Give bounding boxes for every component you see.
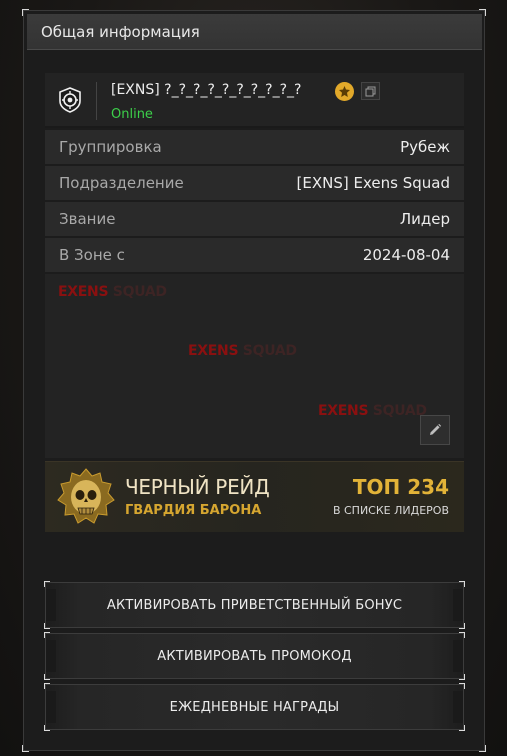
clan-banner: EXENS SQUAD EXENS SQUAD EXENS SQUAD — [45, 274, 464, 458]
player-header: [EXNS] ?_?_?_?_?_?_?_?_?_? Online — [45, 73, 464, 128]
online-status: Online — [111, 107, 153, 122]
raid-subtitle: ГВАРДИЯ БАРОНА — [125, 503, 262, 518]
raid-rank: ТОП 234 — [352, 475, 449, 499]
detail-label: Подразделение — [59, 174, 184, 192]
corner-decoration — [44, 683, 50, 689]
banner-watermark: EXENS SQUAD — [188, 343, 297, 359]
corner-decoration — [44, 581, 50, 587]
corner-decoration — [459, 581, 465, 587]
button-edge — [46, 589, 56, 621]
corner-decoration — [459, 683, 465, 689]
button-edge — [453, 691, 463, 723]
detail-row-unit: Подразделение [EXNS] Exens Squad — [45, 166, 464, 200]
header-divider — [96, 82, 97, 120]
button-edge — [46, 640, 56, 672]
button-label: ЕЖЕДНЕВНЫЕ НАГРАДЫ — [169, 699, 340, 715]
corner-decoration — [44, 674, 50, 680]
corner-decoration — [44, 725, 50, 731]
button-edge — [453, 589, 463, 621]
corner-decoration — [479, 745, 486, 752]
detail-label: Звание — [59, 210, 116, 228]
button-label: АКТИВИРОВАТЬ ПРОМОКОД — [157, 648, 352, 664]
clan-emblem-icon — [59, 87, 81, 113]
corner-decoration — [22, 745, 29, 752]
banner-watermark: EXENS SQUAD — [58, 284, 167, 300]
detail-value: Лидер — [399, 210, 450, 228]
black-raid-card[interactable]: ЧЕРНЫЙ РЕЙД ГВАРДИЯ БАРОНА ТОП 234 В СПИ… — [45, 461, 464, 532]
detail-row-group: Группировка Рубеж — [45, 130, 464, 164]
raid-title: ЧЕРНЫЙ РЕЙД — [125, 475, 270, 499]
edit-banner-button[interactable] — [420, 415, 450, 445]
detail-value: [EXNS] Exens Squad — [296, 174, 450, 192]
player-name: [EXNS] ?_?_?_?_?_?_?_?_?_? — [111, 82, 302, 98]
activate-welcome-bonus-button[interactable]: АКТИВИРОВАТЬ ПРИВЕТСТВЕННЫЙ БОНУС — [44, 581, 465, 629]
activate-promocode-button[interactable]: АКТИВИРОВАТЬ ПРОМОКОД — [44, 632, 465, 680]
detail-label: В Зоне с — [59, 246, 125, 264]
detail-row-since: В Зоне с 2024-08-04 — [45, 238, 464, 272]
corner-decoration — [459, 632, 465, 638]
gold-badge-icon[interactable] — [335, 82, 354, 101]
copy-icon[interactable] — [361, 82, 380, 100]
detail-label: Группировка — [59, 138, 162, 156]
button-edge — [46, 691, 56, 723]
button-label: АКТИВИРОВАТЬ ПРИВЕТСТВЕННЫЙ БОНУС — [106, 597, 403, 613]
panel-title: Общая информация — [27, 14, 482, 50]
button-edge — [453, 640, 463, 672]
pencil-icon — [430, 423, 442, 435]
daily-rewards-button[interactable]: ЕЖЕДНЕВНЫЕ НАГРАДЫ — [44, 683, 465, 731]
raid-rank-caption: В СПИСКЕ ЛИДЕРОВ — [332, 504, 449, 517]
banner-watermark: EXENS SQUAD — [318, 403, 427, 419]
corner-decoration — [459, 725, 465, 731]
player-info-card: [EXNS] ?_?_?_?_?_?_?_?_?_? Online Группи… — [45, 73, 464, 458]
detail-value: Рубеж — [400, 138, 450, 156]
corner-decoration — [44, 623, 50, 629]
detail-value: 2024-08-04 — [362, 246, 450, 264]
skull-emblem-icon — [57, 468, 115, 524]
corner-decoration — [459, 623, 465, 629]
corner-decoration — [44, 632, 50, 638]
general-info-panel: Общая информация [EXNS] ?_?_?_?_?_?_?_?_… — [22, 9, 486, 752]
detail-row-rank: Звание Лидер — [45, 202, 464, 236]
corner-decoration — [459, 674, 465, 680]
